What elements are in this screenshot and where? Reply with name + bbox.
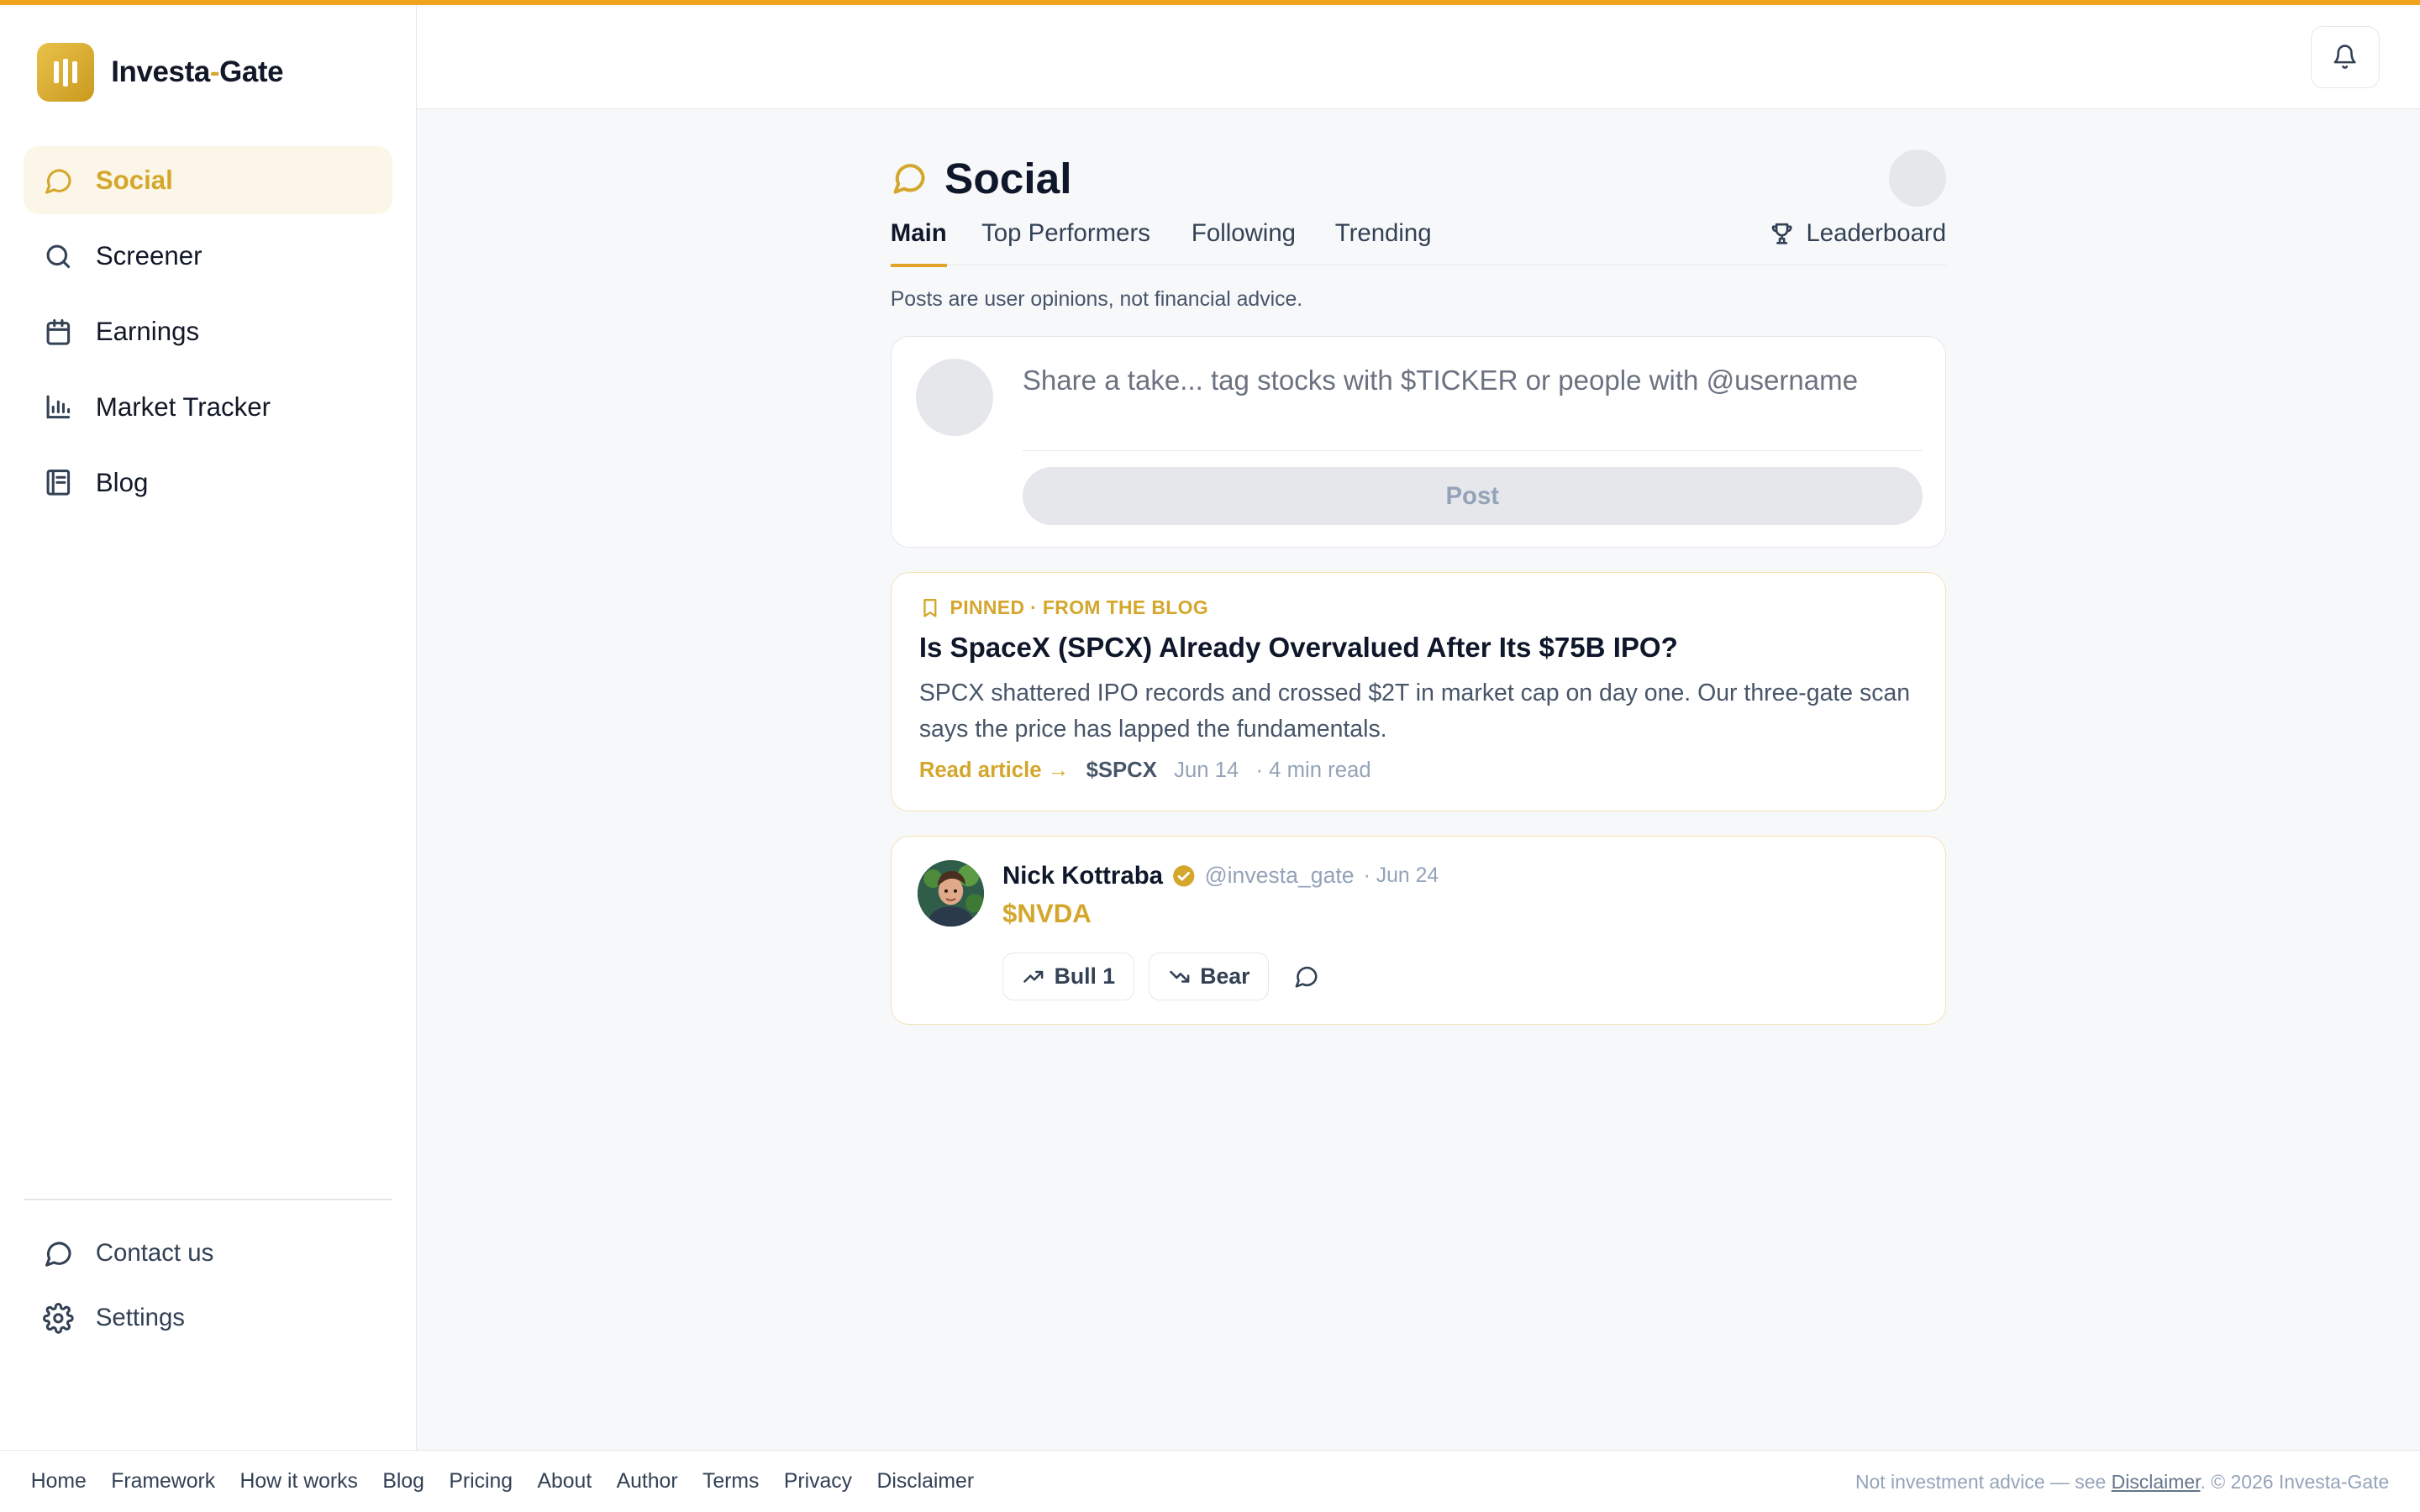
pinned-title[interactable]: Is SpaceX (SPCX) Already Overvalued Afte… [919, 633, 1918, 664]
sidebar-bottom-nav: Contact us Settings [24, 1222, 392, 1352]
top-accent-bar [0, 0, 2420, 5]
tab-top-performers[interactable]: Top Performers [981, 219, 1150, 265]
post-date: · Jun 24 [1363, 864, 1439, 887]
avatar[interactable] [1889, 150, 1947, 207]
footer-note: Not investment advice — see Disclaimer. … [1855, 1471, 2389, 1494]
brand-name: Investa-Gate [111, 55, 284, 89]
book-icon [47, 470, 71, 496]
tab-trending[interactable]: Trending [1335, 219, 1432, 265]
sidebar-item-blog[interactable]: Blog [24, 449, 392, 517]
chat-bubble-icon [893, 163, 925, 194]
footer-links: Home Framework How it works Blog Pricing… [31, 1470, 974, 1494]
page-title: Social [891, 153, 1072, 203]
post-button[interactable]: Post [1022, 466, 1923, 526]
pinned-read-time: · 4 min read [1255, 759, 1371, 783]
pinned-date: Jun 14 [1174, 759, 1239, 783]
post-input[interactable] [1022, 355, 1923, 452]
leaderboard-link[interactable]: Leaderboard [1769, 219, 1946, 248]
post-header: Nick Kottraba @investa_gate · Jun 24 [1002, 862, 1439, 890]
calendar-icon [47, 318, 71, 345]
sidebar-item-social[interactable]: Social [23, 146, 392, 215]
bear-label: Bear [1200, 963, 1250, 990]
sidebar-divider [23, 1199, 392, 1200]
sidebar-item-label: Screener [95, 240, 203, 270]
footer-note-prefix: Not investment advice — see [1854, 1471, 2112, 1494]
sidebar-nav: Social Screener Earnings Market Tracker … [23, 146, 392, 524]
sidebar-item-screener[interactable]: Screener [24, 222, 392, 290]
notifications-button[interactable] [2310, 26, 2381, 88]
footer-link-home[interactable]: Home [31, 1470, 87, 1494]
sidebar-item-label: Earnings [95, 316, 200, 346]
search-icon [47, 244, 71, 268]
feed-post: Nick Kottraba @investa_gate · Jun 24 $NV… [890, 836, 1947, 1025]
tab-following[interactable]: Following [1192, 219, 1296, 265]
sidebar-item-label: Market Tracker [95, 391, 271, 422]
verified-badge-icon [1173, 865, 1195, 887]
comment-icon [1295, 966, 1318, 988]
footer-link-framework[interactable]: Framework [111, 1470, 215, 1494]
pinned-ticker[interactable]: $SPCX [1086, 759, 1157, 783]
footer-link-pricing[interactable]: Pricing [449, 1470, 513, 1494]
vote-row: Bull 1 Bear [1002, 953, 1329, 1001]
tab-main[interactable]: Main [890, 219, 948, 267]
settings-label: Settings [95, 1304, 185, 1332]
pinned-blog-card[interactable]: PINNED · FROM THE BLOG Is SpaceX (SPCX) … [890, 572, 1947, 812]
avatar-illustration-icon [917, 860, 984, 927]
bear-button[interactable]: Bear [1148, 953, 1270, 1001]
gear-icon [43, 1303, 75, 1334]
bookmark-icon [923, 598, 937, 617]
sidebar-item-label: Blog [95, 467, 149, 497]
leaderboard-label: Leaderboard [1806, 218, 1947, 247]
footer-link-blog[interactable]: Blog [382, 1470, 424, 1494]
pinned-label: PINNED · FROM THE BLOG [919, 596, 1918, 619]
author-avatar[interactable] [917, 860, 984, 927]
settings-link[interactable]: Settings [24, 1287, 392, 1350]
post-ticker[interactable]: $NVDA [1002, 899, 1092, 929]
contact-us-label: Contact us [95, 1239, 214, 1268]
bull-button[interactable]: Bull 1 [1002, 953, 1135, 1001]
bell-icon [2333, 45, 2356, 70]
bull-label: Bull 1 [1054, 963, 1116, 990]
footer-disclaimer-link[interactable]: Disclaimer [2112, 1471, 2201, 1493]
feed-disclaimer: Posts are user opinions, not financial a… [890, 288, 1303, 312]
footer-link-privacy[interactable]: Privacy [784, 1470, 852, 1494]
pinned-label-text: PINNED · FROM THE BLOG [950, 596, 1209, 618]
comment-button[interactable] [1283, 953, 1329, 1000]
brand-logo-icon [37, 43, 95, 102]
trending-down-icon [1169, 970, 1190, 983]
feed-tabs: Main Top Performers Following Trending L… [890, 219, 1947, 267]
contact-us-link[interactable]: Contact us [24, 1222, 392, 1285]
top-header [416, 4, 2420, 110]
chat-bubble-icon [45, 1242, 72, 1267]
read-article-link[interactable]: Read article → [919, 759, 1070, 783]
trophy-icon [1772, 223, 1792, 244]
sidebar-item-earnings[interactable]: Earnings [24, 297, 392, 365]
site-footer: Home Framework How it works Blog Pricing… [0, 1450, 2420, 1512]
post-composer: Post [890, 336, 1947, 548]
footer-link-terms[interactable]: Terms [702, 1470, 759, 1494]
post-handle[interactable]: @investa_gate [1205, 863, 1355, 889]
trending-up-icon [1023, 970, 1044, 983]
avatar [916, 359, 993, 436]
post-author[interactable]: Nick Kottraba [1002, 862, 1163, 890]
footer-note-suffix: . © 2026 Investa-Gate [2200, 1471, 2390, 1494]
page-title-text: Social [944, 153, 1072, 202]
footer-link-disclaimer[interactable]: Disclaimer [876, 1470, 974, 1494]
sidebar: Investa-Gate Social Screener Earnings Ma… [0, 0, 417, 1451]
footer-link-author[interactable]: Author [617, 1470, 678, 1494]
pinned-excerpt: SPCX shattered IPO records and crossed $… [918, 680, 1911, 743]
footer-link-how-it-works[interactable]: How it works [240, 1470, 358, 1494]
sidebar-item-market-tracker[interactable]: Market Tracker [24, 373, 392, 441]
footer-link-about[interactable]: About [537, 1470, 592, 1494]
chat-bubble-icon [45, 169, 72, 194]
bar-chart-icon [47, 396, 71, 419]
pinned-meta: Read article → $SPCX Jun 14 · 4 min read [919, 759, 1918, 783]
sidebar-item-label: Social [95, 165, 173, 195]
brand[interactable]: Investa-Gate [37, 43, 284, 102]
